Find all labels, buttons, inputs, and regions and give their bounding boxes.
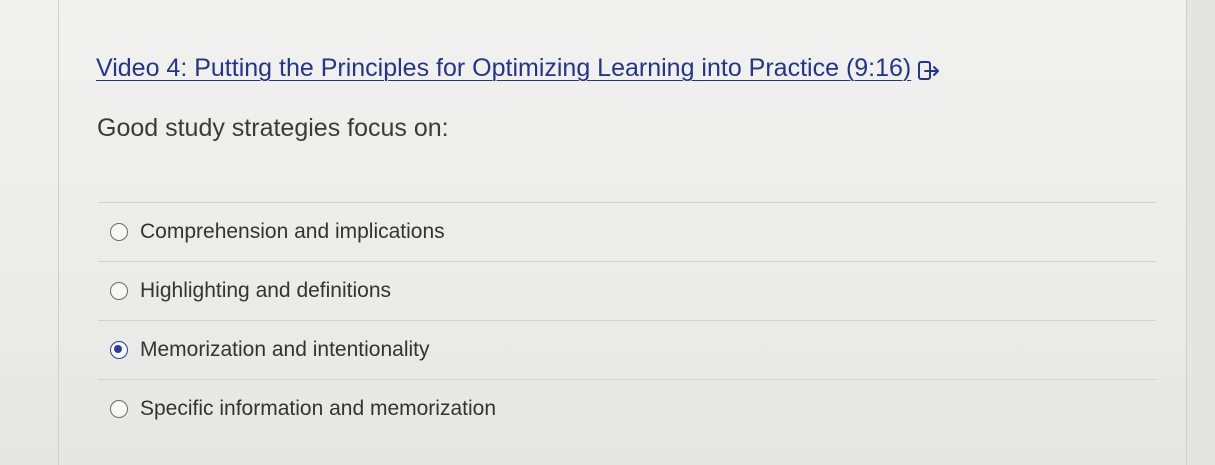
answer-label: Comprehension and implications bbox=[140, 220, 445, 243]
answer-label: Memorization and intentionality bbox=[140, 338, 430, 361]
answer-option-memorization-and-intentionality[interactable]: Memorization and intentionality bbox=[98, 321, 1156, 379]
answer-option-highlighting-and-definitions[interactable]: Highlighting and definitions bbox=[98, 262, 1156, 320]
right-gutter bbox=[1187, 0, 1215, 465]
answer-option-comprehension-and-implications[interactable]: Comprehension and implications bbox=[98, 203, 1156, 261]
selected-radio-button[interactable] bbox=[110, 341, 128, 359]
video-link[interactable]: Video 4: Putting the Principles for Opti… bbox=[96, 54, 941, 83]
answer-label: Specific information and memorization bbox=[140, 397, 496, 420]
radio-button[interactable] bbox=[110, 223, 128, 241]
radio-button[interactable] bbox=[110, 282, 128, 300]
external-link-icon bbox=[917, 60, 941, 82]
answer-option-specific-information-and-memorization[interactable]: Specific information and memorization bbox=[98, 380, 1156, 438]
quiz-page: Video 4: Putting the Principles for Opti… bbox=[0, 0, 1215, 465]
answer-label: Highlighting and definitions bbox=[140, 279, 392, 302]
question-text: Good study strategies focus on: bbox=[97, 114, 449, 142]
video-link-label: Video 4: Putting the Principles for Opti… bbox=[96, 54, 912, 82]
radio-button[interactable] bbox=[110, 400, 128, 418]
content-left-border bbox=[58, 0, 59, 465]
answer-list: Comprehension and implications Highlight… bbox=[98, 202, 1156, 438]
